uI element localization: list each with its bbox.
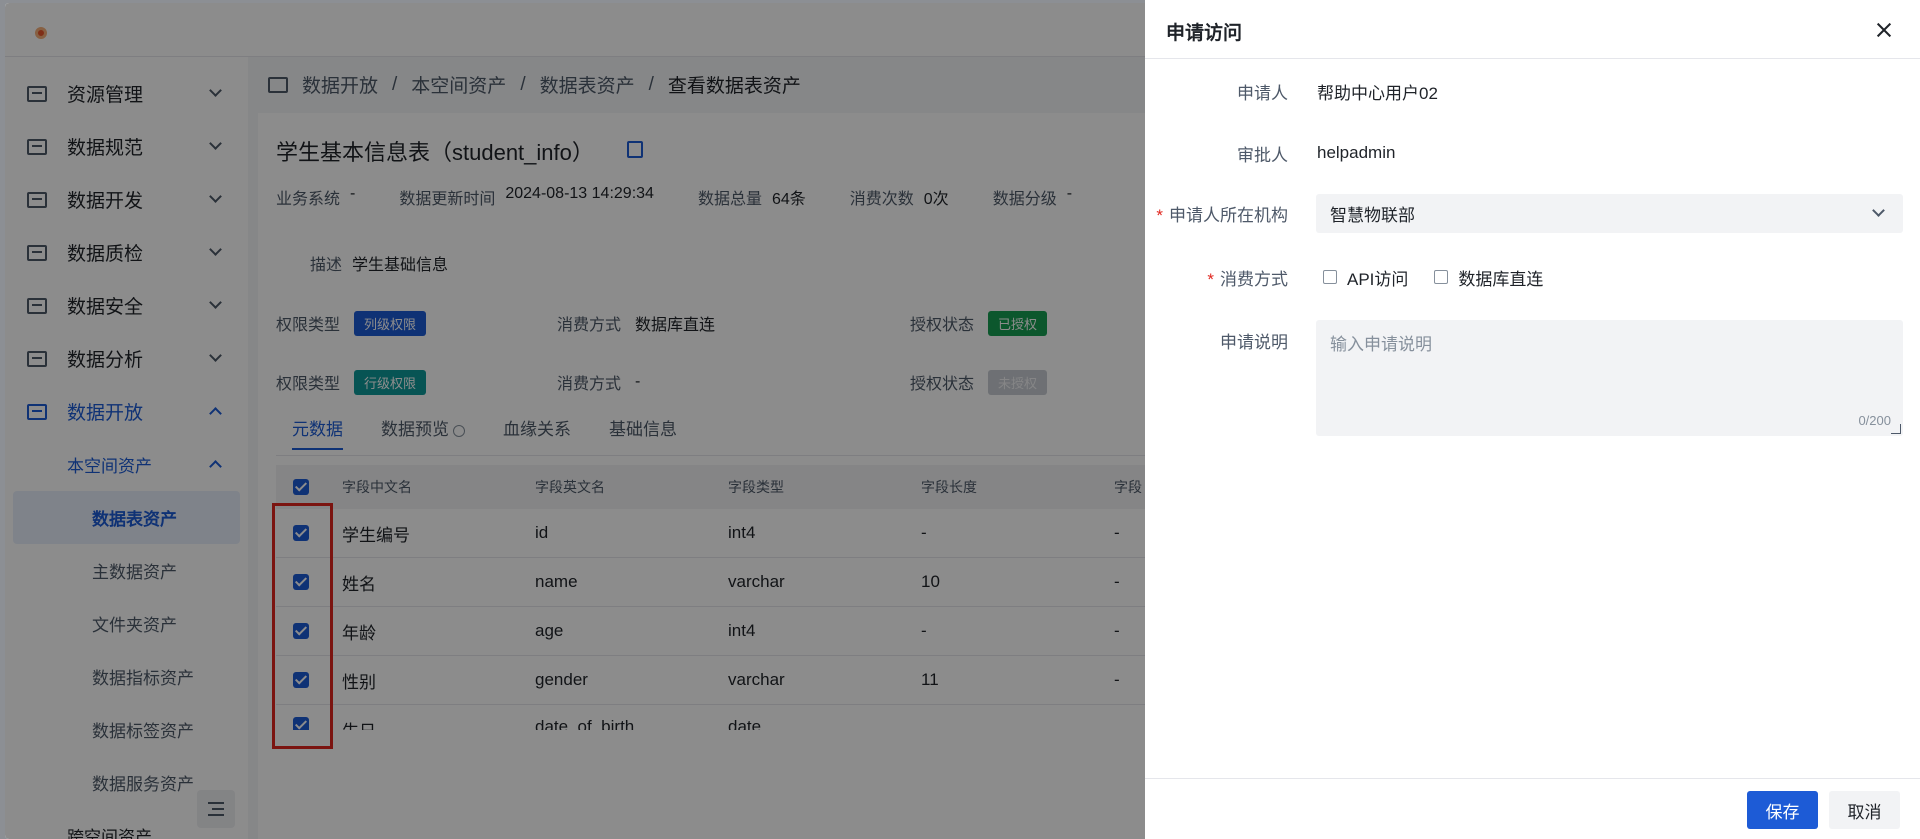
consume-label-text: 消费方式 (1220, 269, 1288, 289)
org-label-text: 申请人所在机构 (1169, 206, 1288, 225)
org-label: * 申请人所在机构 (1156, 206, 1288, 225)
approver-row: 审批人 helpadmin (1145, 142, 1920, 165)
checkbox-box[interactable] (1323, 270, 1337, 284)
close-icon[interactable] (1876, 22, 1892, 38)
option-label: API访问 (1347, 269, 1409, 289)
consume-row: * 消费方式 API访问 数据库直连 (1145, 265, 1920, 290)
approver-label: 审批人 (1237, 145, 1288, 165)
drawer-footer: 保存 取消 (1145, 778, 1920, 839)
applicant-row: 申请人 帮助中心用户02 (1145, 80, 1920, 103)
org-select[interactable]: 智慧物联部 (1316, 194, 1903, 233)
cancel-button[interactable]: 取消 (1829, 791, 1900, 829)
note-placeholder: 输入申请说明 (1330, 335, 1432, 354)
consume-label: * 消费方式 (1207, 269, 1288, 289)
api-access-checkbox[interactable]: API访问 (1323, 265, 1408, 290)
drawer-header: 申请访问 (1145, 0, 1920, 59)
approver-value: helpadmin (1317, 143, 1396, 162)
save-button[interactable]: 保存 (1747, 791, 1818, 829)
applicant-label: 申请人 (1237, 83, 1288, 103)
drawer-title: 申请访问 (1166, 23, 1243, 44)
resize-handle-icon[interactable] (1891, 424, 1901, 434)
db-direct-checkbox[interactable]: 数据库直连 (1434, 265, 1543, 290)
consume-options: API访问 数据库直连 (1323, 265, 1555, 290)
checkbox-box[interactable] (1434, 270, 1449, 284)
org-selected-value: 智慧物联部 (1330, 206, 1415, 225)
note-label: 申请说明 (1220, 332, 1288, 352)
applicant-value: 帮助中心用户02 (1317, 83, 1438, 103)
option-label: 数据库直连 (1458, 269, 1544, 289)
apply-access-drawer: 申请访问 申请人 帮助中心用户02 审批人 helpadmin * 申请人所在机构… (1145, 0, 1920, 839)
chevron-down-icon (1872, 204, 1885, 217)
char-counter: 0/200 (1858, 413, 1891, 428)
note-textarea[interactable]: 输入申请说明 0/200 (1316, 320, 1903, 436)
org-row: * 申请人所在机构 智慧物联部 (1145, 194, 1920, 233)
